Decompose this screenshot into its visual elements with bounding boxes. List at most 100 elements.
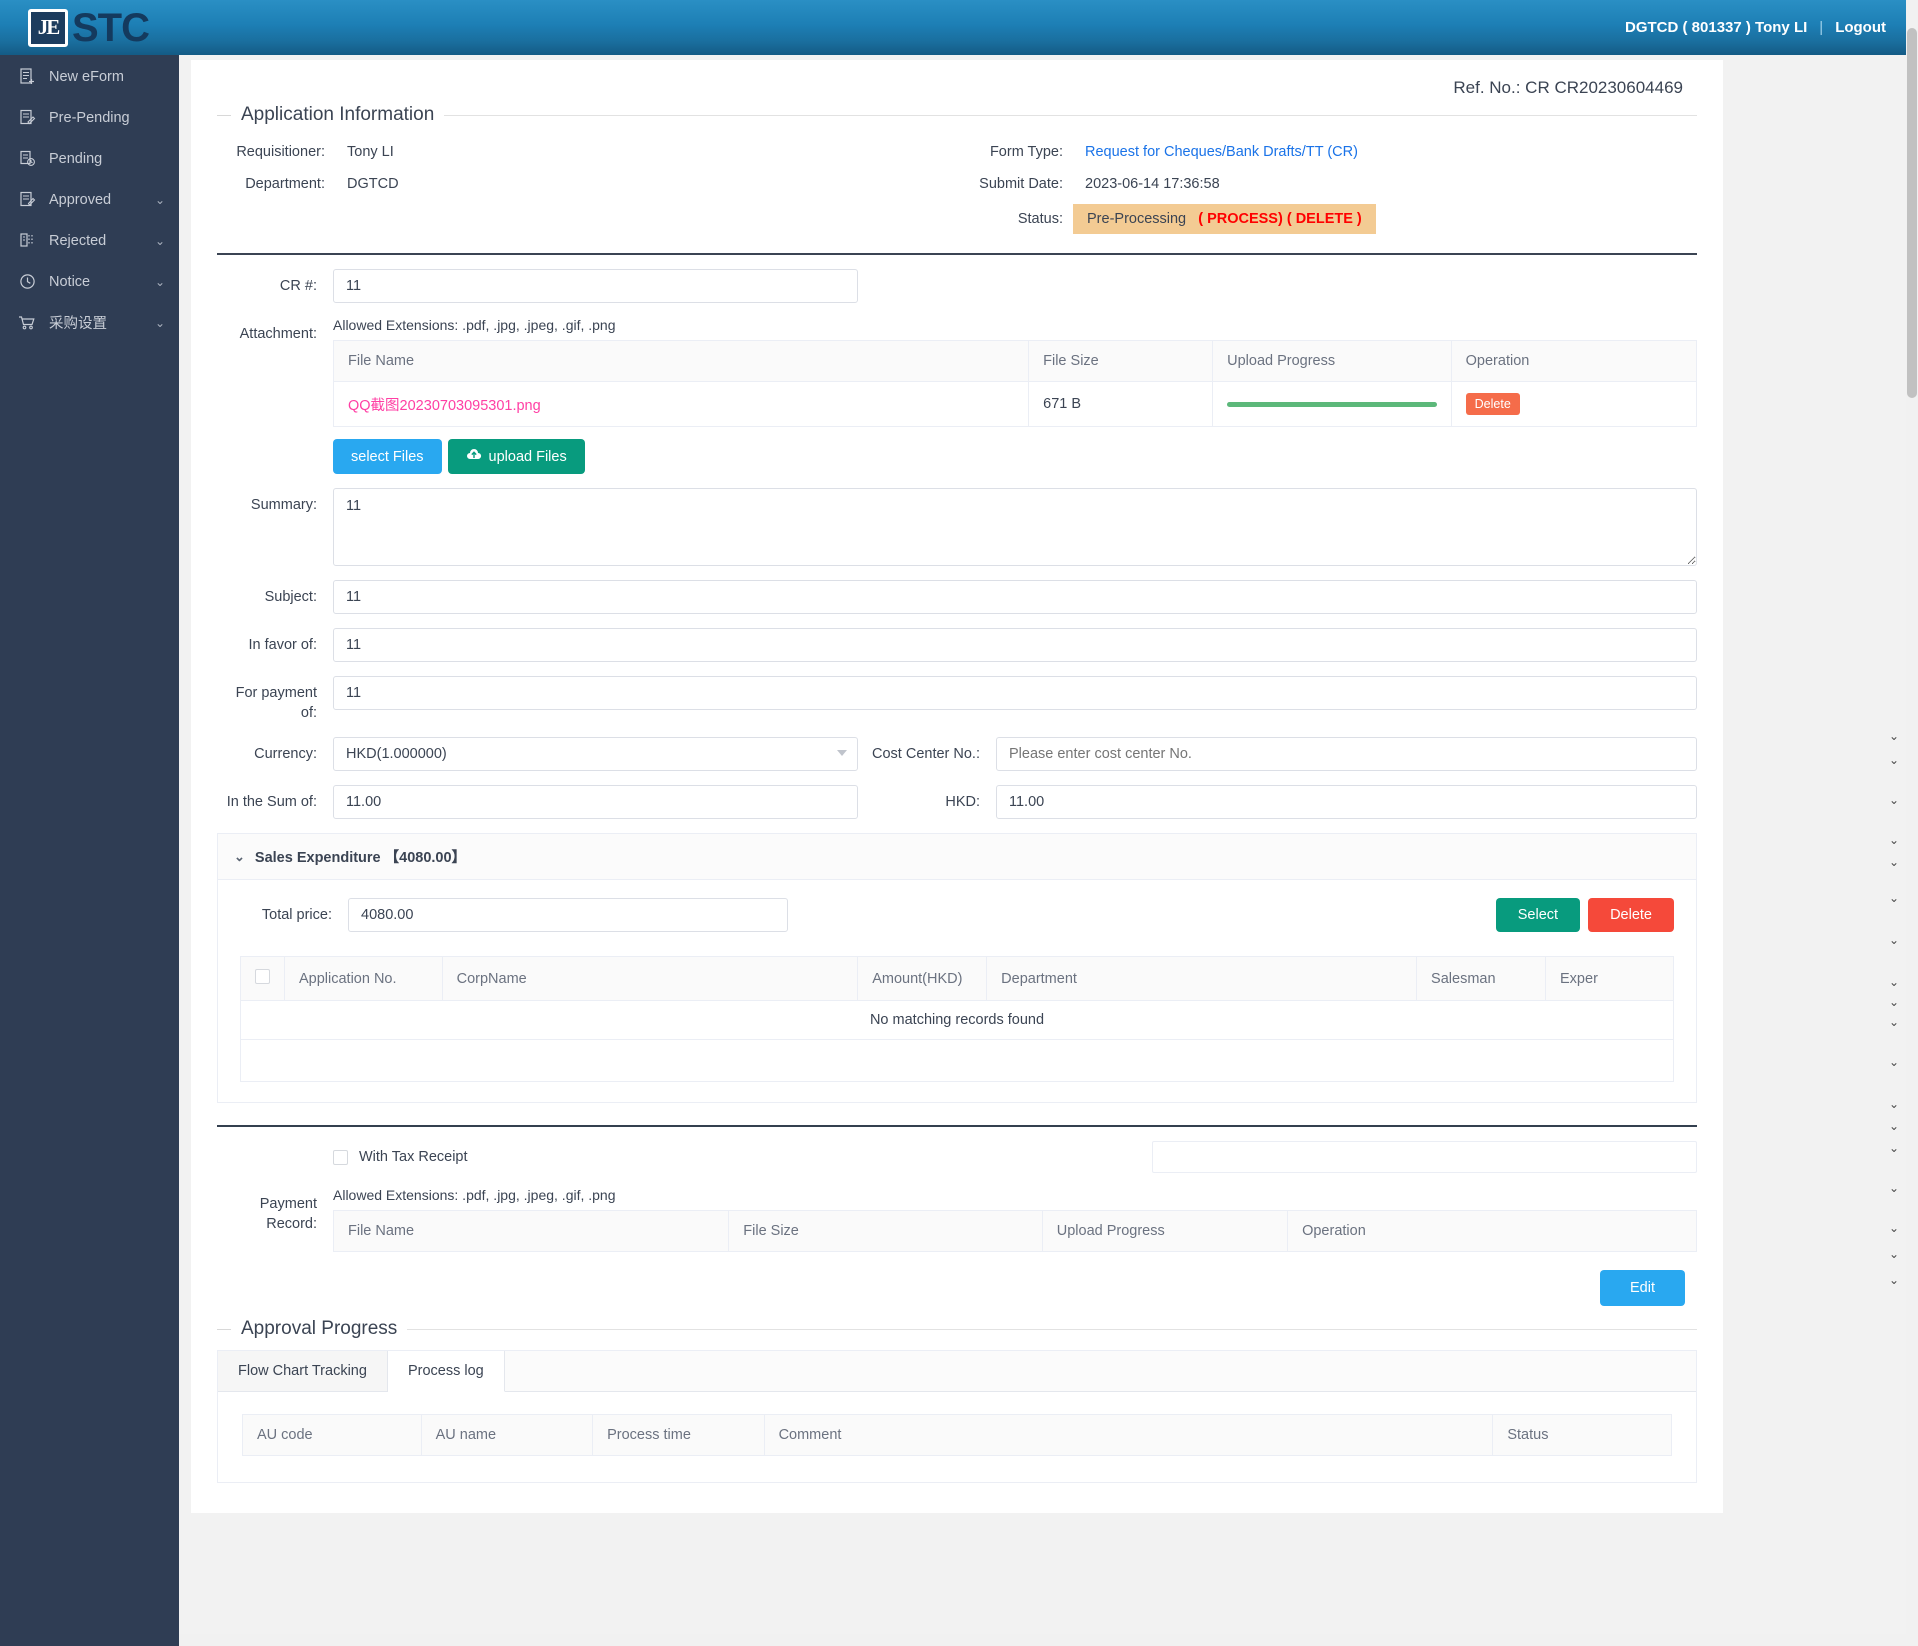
sidebar-item-new-eform[interactable]: New eForm xyxy=(0,56,179,97)
cart-icon xyxy=(18,314,36,332)
select-all-checkbox[interactable] xyxy=(255,969,270,985)
upload-files-button[interactable]: upload Files xyxy=(447,439,585,474)
total-price-row: Total price: Select Delete xyxy=(240,898,1674,933)
select-files-button[interactable]: select Files xyxy=(333,439,442,474)
status-badge: Pre-Processing ( PROCESS) ( DELETE ) xyxy=(1073,204,1376,234)
application-info-left-col: Requisitioner: Tony LI Department: DGTCD xyxy=(229,136,963,239)
status-value: Pre-Processing xyxy=(1087,211,1187,227)
payment-record-table: File Name File Size Upload Progress Oper… xyxy=(332,1210,1697,1253)
cr-number-input[interactable] xyxy=(333,269,858,303)
sidebar-item-label: New eForm xyxy=(49,68,124,85)
chevron-down-icon: ⌄ xyxy=(154,315,165,330)
col-comment: Comment xyxy=(763,1414,1494,1457)
hkd-label: HKD: xyxy=(945,794,980,811)
status-process-action[interactable]: ( PROCESS) xyxy=(1198,211,1283,227)
sidebar-item-pending[interactable]: Pending xyxy=(0,138,179,179)
attachment-allowed-extensions: Allowed Extensions: .pdf, .jpg, .jpeg, .… xyxy=(333,317,616,333)
cr-number-label: CR #: xyxy=(279,278,317,294)
with-tax-receipt-checkbox[interactable] xyxy=(333,1149,348,1165)
currency-select[interactable] xyxy=(333,737,858,772)
document-check-icon xyxy=(18,191,36,209)
sidebar-item-procurement-settings[interactable]: 采购设置 ⌄ xyxy=(0,302,179,343)
sales-expenditure-title: Sales Expenditure 【4080.00】 xyxy=(254,850,467,867)
sidebar-item-rejected[interactable]: Rejected ⌄ xyxy=(0,220,179,261)
attachment-file-link[interactable]: QQ截图20230703095301.png xyxy=(348,398,541,414)
col-operation: Operation xyxy=(1450,340,1698,382)
col-status: Status xyxy=(1492,1414,1672,1457)
sidebar-nav: New eForm Pre-Pending Pending Approved ⌄… xyxy=(0,46,179,1646)
sales-expenditure-table: Application No. CorpName Amount(HKD) Dep… xyxy=(240,956,1674,1083)
in-favor-of-input[interactable] xyxy=(333,628,1697,662)
currency-cost-center-row: Currency: Cost Center No.: xyxy=(217,737,1697,772)
application-info-grid: Requisitioner: Tony LI Department: DGTCD… xyxy=(217,136,1697,239)
sidebar-item-label: 采购设置 xyxy=(49,316,107,332)
logout-link[interactable]: Logout xyxy=(1835,19,1886,36)
sales-expenditure-actions: Select Delete xyxy=(1495,898,1674,933)
for-payment-of-label: For payment of: xyxy=(235,685,317,721)
payment-record-header-row: File Name File Size Upload Progress Oper… xyxy=(332,1210,1697,1253)
form-type-link[interactable]: Request for Cheques/Bank Drafts/TT (CR) xyxy=(1063,144,1358,160)
attachment-delete-button[interactable]: Delete xyxy=(1465,393,1520,415)
sidebar-item-pre-pending[interactable]: Pre-Pending xyxy=(0,97,179,138)
payment-record-allowed-extensions: Allowed Extensions: .pdf, .jpg, .jpeg, .… xyxy=(333,1187,616,1204)
approval-progress-tab-body: AU code AU name Process time Comment Sta… xyxy=(218,1392,1696,1483)
page-horizontal-scrollbar[interactable] xyxy=(179,1634,1906,1646)
chevron-down-icon xyxy=(837,750,847,757)
top-header-bar: JE STC DGTCD ( 801337 ) Tony LI | Logout xyxy=(0,0,1908,55)
with-tax-receipt-label: With Tax Receipt xyxy=(359,1149,468,1166)
summary-textarea[interactable] xyxy=(333,488,1697,566)
col-upload-progress: Upload Progress xyxy=(1212,340,1452,382)
currency-label: Currency: xyxy=(254,746,317,763)
col-file-size: File Size xyxy=(1028,340,1214,382)
section-divider-top xyxy=(217,253,1697,255)
currency-select-wrap[interactable] xyxy=(333,737,858,772)
sales-expenditure-header[interactable]: ⌄ Sales Expenditure 【4080.00】 xyxy=(218,834,1696,881)
progress-bar xyxy=(1227,401,1437,407)
approval-progress-tabs: Flow Chart Tracking Process log xyxy=(218,1351,1696,1393)
tax-receipt-field[interactable] xyxy=(1152,1141,1697,1174)
document-edit-icon xyxy=(18,109,36,127)
select-button[interactable]: Select xyxy=(1495,898,1581,933)
application-information-legend: Application Information xyxy=(217,104,1697,126)
in-the-sum-of-input[interactable] xyxy=(333,785,858,820)
subject-row: Subject: xyxy=(217,580,1697,614)
with-tax-receipt-row: With Tax Receipt xyxy=(217,1141,1697,1174)
attachment-file-size: 671 B xyxy=(1028,381,1214,427)
total-price-input[interactable] xyxy=(348,898,788,933)
page-vertical-scrollbar[interactable] xyxy=(1906,0,1918,1646)
sidebar-item-label: Pre-Pending xyxy=(49,109,130,126)
for-payment-of-input[interactable] xyxy=(333,676,1697,710)
cost-center-input[interactable] xyxy=(996,737,1697,772)
document-reject-icon xyxy=(18,232,36,250)
status-delete-action[interactable]: ( DELETE ) xyxy=(1287,211,1362,227)
table-filler-row xyxy=(240,1039,1674,1083)
hkd-input[interactable] xyxy=(996,785,1697,820)
delete-button[interactable]: Delete xyxy=(1588,898,1674,933)
tab-process-log[interactable]: Process log xyxy=(387,1351,505,1393)
subject-input[interactable] xyxy=(333,580,1697,614)
cr-number-row: CR #: xyxy=(217,269,1697,303)
col-amount-hkd: Amount(HKD) xyxy=(857,956,988,1002)
col-file-size: File Size xyxy=(728,1210,1043,1253)
app-logo[interactable]: JE STC xyxy=(0,0,218,55)
form-type-label: Form Type: xyxy=(989,143,1063,160)
legend-dash xyxy=(217,114,231,116)
col-file-name: File Name xyxy=(332,1210,730,1253)
tab-flow-chart-tracking[interactable]: Flow Chart Tracking xyxy=(218,1351,388,1392)
chevron-down-icon: ⌄ xyxy=(154,192,165,207)
sidebar-item-notice[interactable]: Notice ⌄ xyxy=(0,261,179,302)
document-plus-icon xyxy=(18,68,36,86)
status-label: Status: xyxy=(1017,211,1063,227)
col-department: Department xyxy=(986,956,1418,1002)
legend-dash xyxy=(217,1328,231,1330)
logo-mark-icon: JE xyxy=(28,8,68,47)
logo-text: STC xyxy=(72,5,150,50)
chevron-down-icon[interactable]: ⌄ xyxy=(234,849,245,865)
submit-date-row: Submit Date: 2023-06-14 17:36:58 xyxy=(963,168,1697,199)
sidebar-item-approved[interactable]: Approved ⌄ xyxy=(0,179,179,220)
edit-button[interactable]: Edit xyxy=(1600,1270,1685,1307)
subject-label: Subject: xyxy=(264,589,317,605)
col-application-no: Application No. xyxy=(284,956,443,1002)
col-upload-progress: Upload Progress xyxy=(1041,1210,1289,1253)
scrollbar-thumb[interactable] xyxy=(1907,28,1917,398)
